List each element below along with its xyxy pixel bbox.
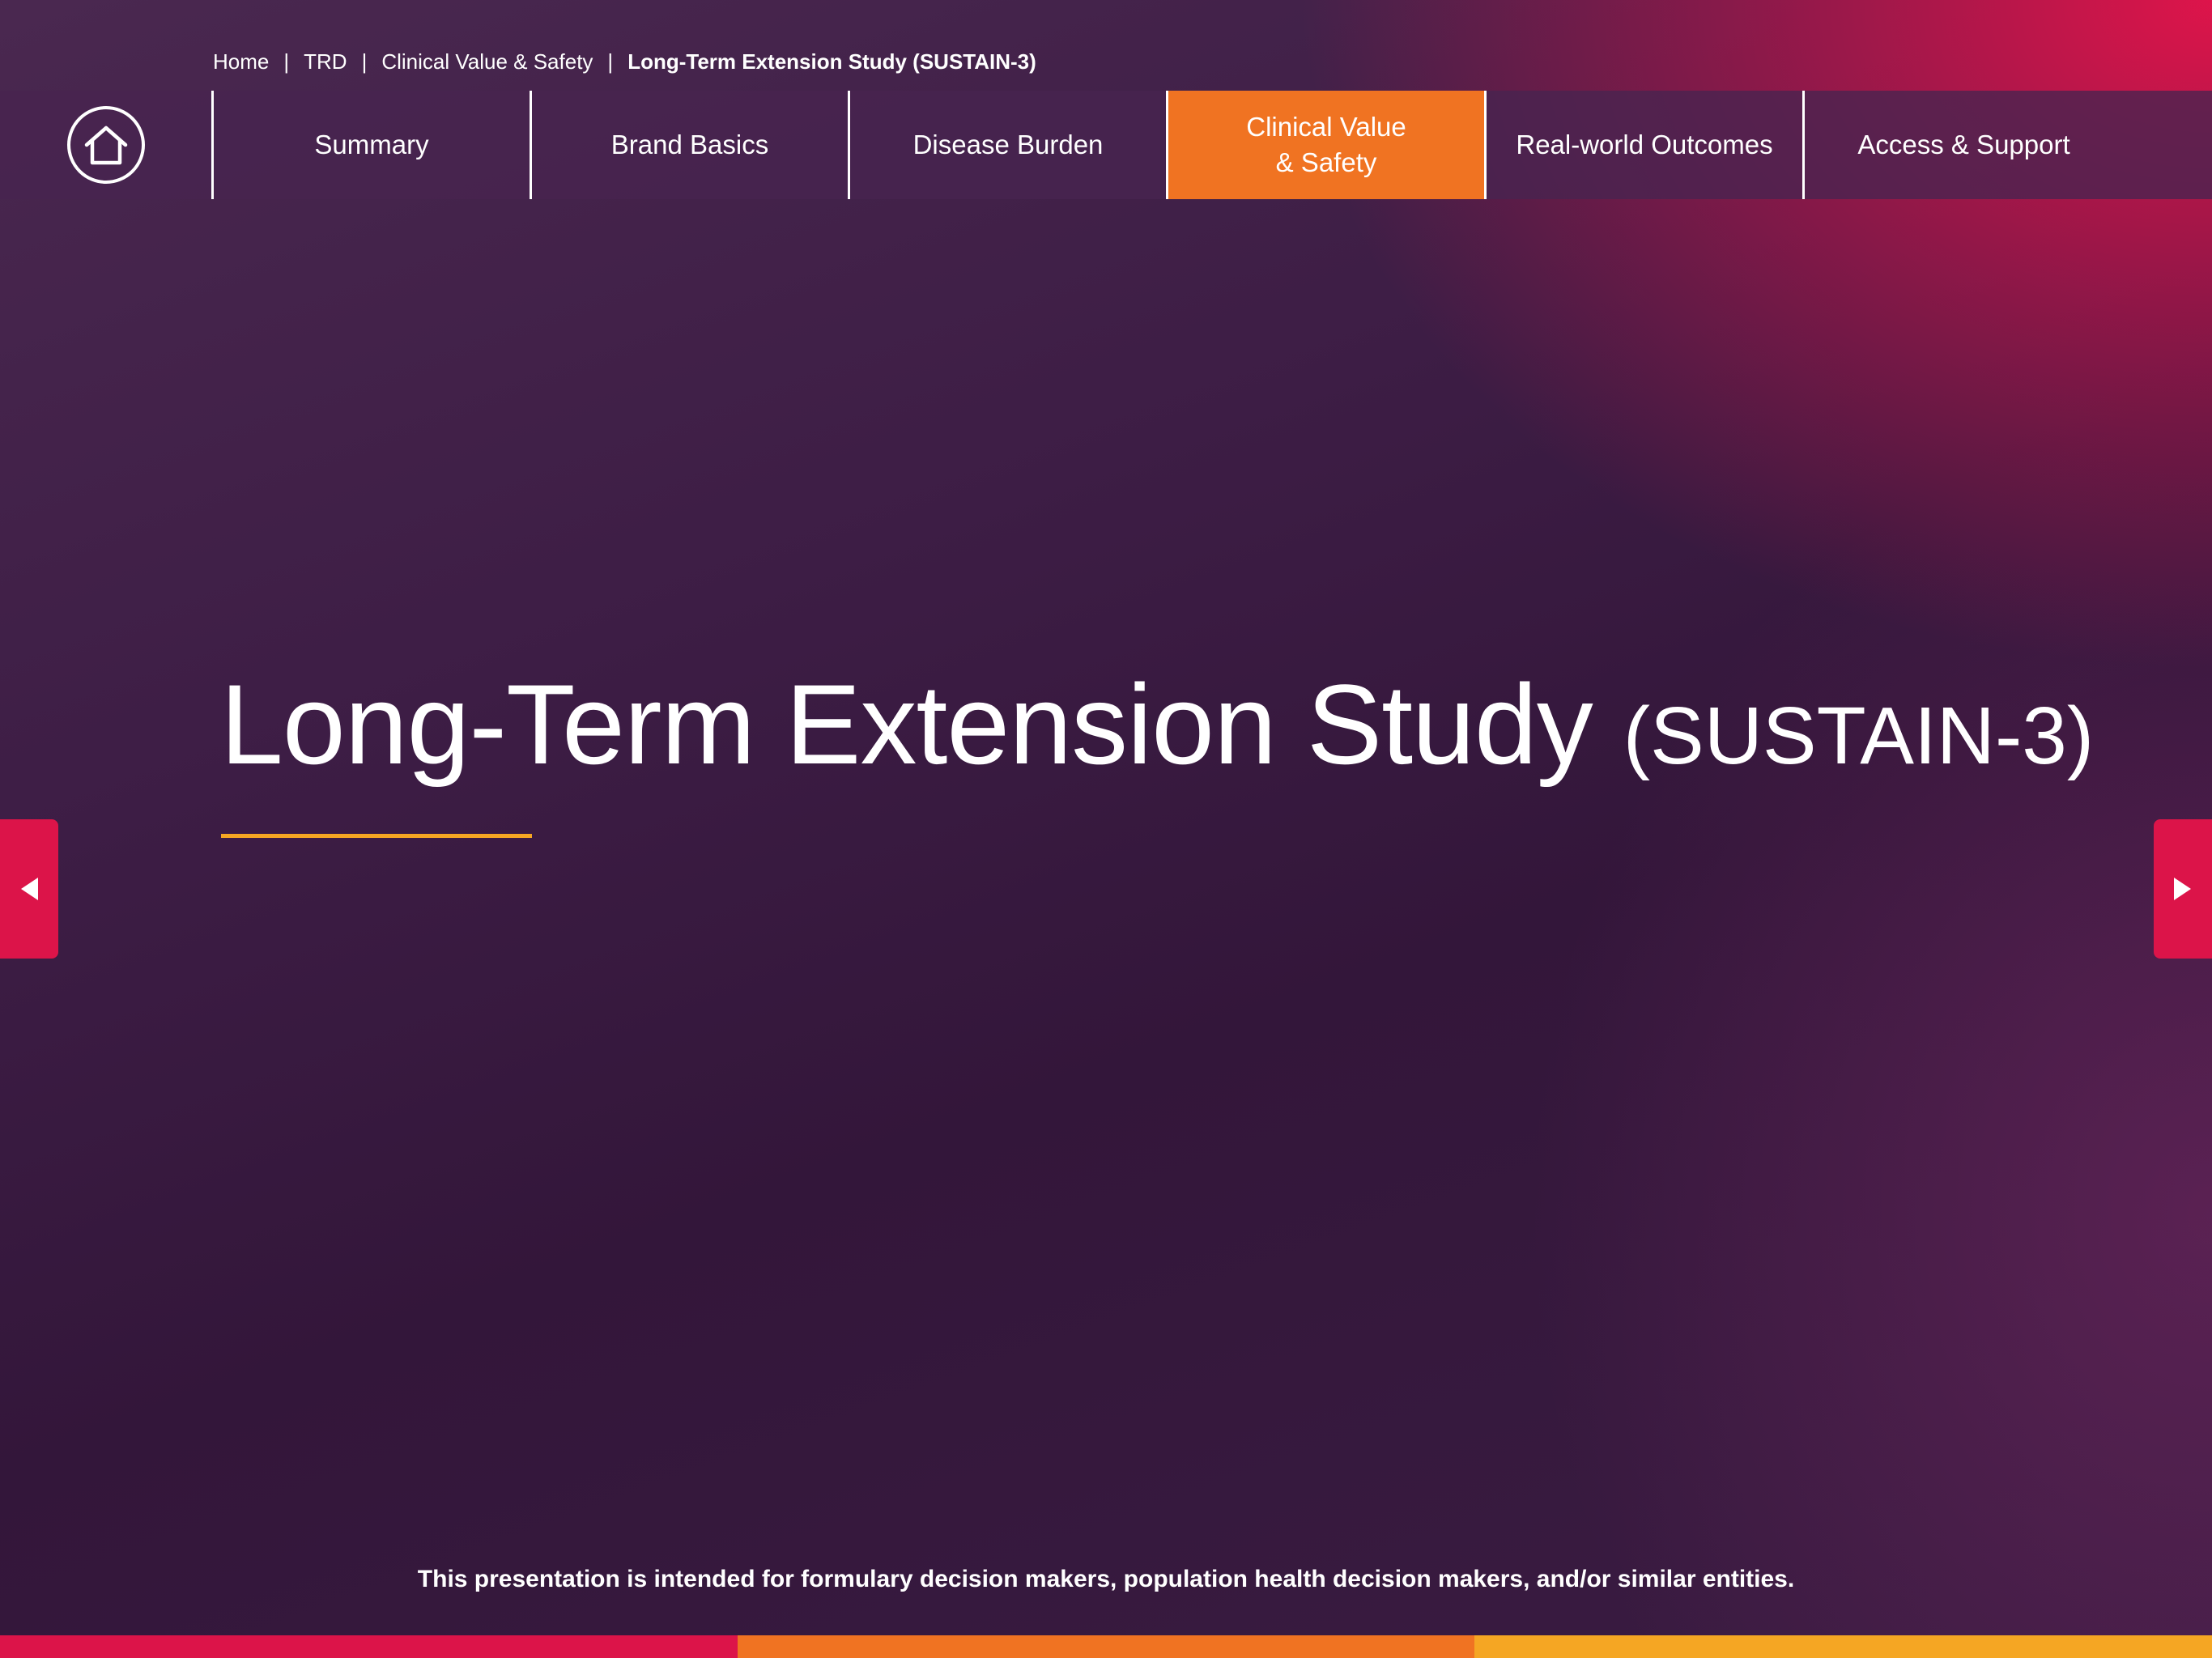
tab-label: Access & Support (1857, 130, 2070, 159)
main-nav: Summary Brand Basics Disease Burden Clin… (0, 91, 2212, 199)
home-button[interactable] (0, 91, 214, 199)
breadcrumb: Home | TRD | Clinical Value & Safety | L… (213, 47, 1036, 76)
tab-clinical-value-safety[interactable]: Clinical Value & Safety (1168, 91, 1487, 199)
tab-label: Disease Burden (912, 130, 1104, 159)
tab-brand-basics[interactable]: Brand Basics (532, 91, 850, 199)
tab-summary[interactable]: Summary (214, 91, 532, 199)
tab-label-line1: Clinical Value (1246, 112, 1406, 142)
page-title-main: Long-Term Extension Study (220, 661, 1593, 788)
breadcrumb-separator: | (607, 49, 614, 74)
triangle-right-icon (2174, 878, 2191, 900)
tab-label: Clinical Value & Safety (1246, 109, 1406, 181)
breadcrumb-clinical-value[interactable]: Clinical Value & Safety (381, 49, 593, 74)
page-title-sub: (SUSTAIN-3) (1623, 691, 2095, 781)
tab-label: Summary (314, 130, 429, 159)
tab-label: Brand Basics (610, 130, 769, 159)
tab-label: Real-world Outcomes (1516, 130, 1773, 159)
next-slide-button[interactable] (2154, 819, 2212, 959)
breadcrumb-trd[interactable]: TRD (304, 49, 347, 74)
tab-access-support[interactable]: Access & Support (1805, 91, 2123, 199)
page-title: Long-Term Extension Study (SUSTAIN-3) (220, 656, 2094, 805)
tab-disease-burden[interactable]: Disease Burden (850, 91, 1168, 199)
prev-slide-button[interactable] (0, 819, 58, 959)
breadcrumb-home[interactable]: Home (213, 49, 269, 74)
bottom-bar-red (0, 1635, 738, 1658)
disclaimer-text: This presentation is intended for formul… (417, 1566, 1795, 1592)
breadcrumb-current: Long-Term Extension Study (SUSTAIN-3) (627, 49, 1036, 74)
breadcrumb-separator: | (283, 49, 290, 74)
tab-real-world-outcomes[interactable]: Real-world Outcomes (1487, 91, 1805, 199)
triangle-left-icon (21, 878, 38, 900)
bottom-color-bar (0, 1635, 2212, 1658)
background-gradient (0, 0, 2212, 1658)
tab-label-line2: & Safety (1275, 147, 1377, 177)
breadcrumb-separator: | (361, 49, 368, 74)
home-icon (66, 106, 145, 184)
bottom-bar-gold (1474, 1635, 2212, 1658)
title-underline (221, 834, 532, 838)
bottom-bar-orange (737, 1635, 1475, 1658)
